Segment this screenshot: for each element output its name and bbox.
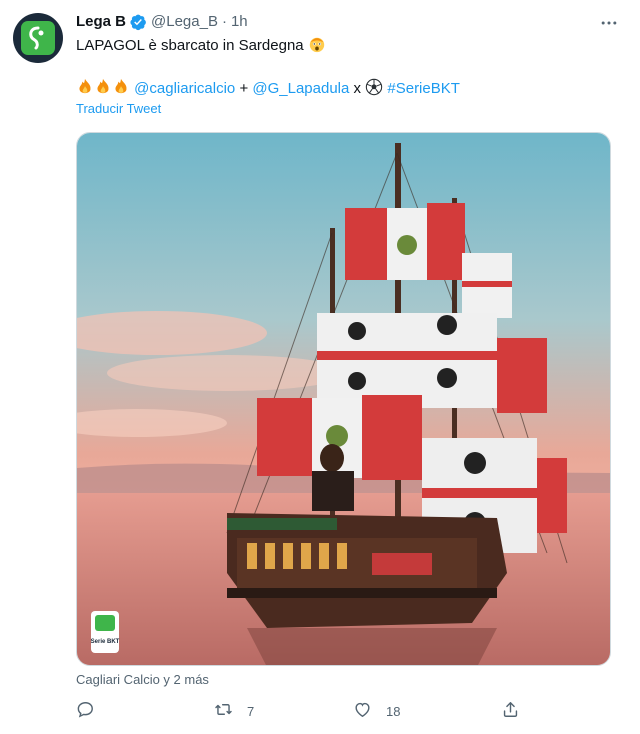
like-count: 18 [386, 703, 401, 719]
x-text: x [349, 80, 366, 97]
tweet-media-image[interactable]: Serie BKT [76, 132, 611, 666]
fire-emoji [94, 78, 112, 96]
shocked-face-emoji [308, 35, 326, 53]
fire-emoji [76, 78, 94, 96]
more-options-icon[interactable] [598, 12, 620, 34]
tweet-text-line2: @cagliaricalcio + @G_Lapadula x #SerieBK… [76, 78, 460, 99]
tweet[interactable]: Lega B @Lega_B · 1h LAPAGOL è sbarcato i… [0, 0, 640, 734]
retweet-button[interactable]: 7 [214, 700, 254, 722]
mention-g-lapadula[interactable]: @G_Lapadula [252, 80, 349, 97]
retweet-icon [214, 700, 233, 722]
hashtag-seriebkt[interactable]: #SerieBKT [387, 80, 460, 97]
soccer-ball-emoji [365, 78, 383, 96]
mention-cagliaricalcio[interactable]: @cagliaricalcio [134, 80, 235, 97]
tweet-text: LAPAGOL è sbarcato in Sardegna [76, 37, 304, 54]
handle[interactable]: @Lega_B [151, 13, 218, 30]
separator: · [221, 13, 227, 30]
retweet-count: 7 [247, 703, 255, 719]
reply-button[interactable] [76, 700, 109, 722]
lega-b-logo-icon [21, 21, 55, 55]
share-icon [501, 700, 520, 722]
tweet-actions: 7 18 [76, 700, 536, 724]
timestamp[interactable]: 1h [231, 13, 248, 30]
tweet-text-line1: LAPAGOL è sbarcato in Sardegna [76, 35, 326, 56]
share-button[interactable] [501, 700, 520, 722]
display-name[interactable]: Lega B [76, 13, 126, 30]
like-heart-icon [353, 700, 372, 722]
reply-icon [76, 700, 95, 722]
tagged-users-link[interactable]: Cagliari Calcio y 2 más [76, 672, 209, 687]
plus-text: + [235, 80, 253, 97]
tweet-header: Lega B @Lega_B · 1h [76, 12, 248, 31]
media-logo-text: Serie BKT [91, 639, 120, 645]
avatar[interactable] [13, 13, 63, 63]
fire-emoji [112, 78, 130, 96]
like-button[interactable]: 18 [353, 700, 400, 722]
verified-badge-icon [129, 13, 147, 31]
translate-tweet-link[interactable]: Traducir Tweet [76, 101, 161, 116]
